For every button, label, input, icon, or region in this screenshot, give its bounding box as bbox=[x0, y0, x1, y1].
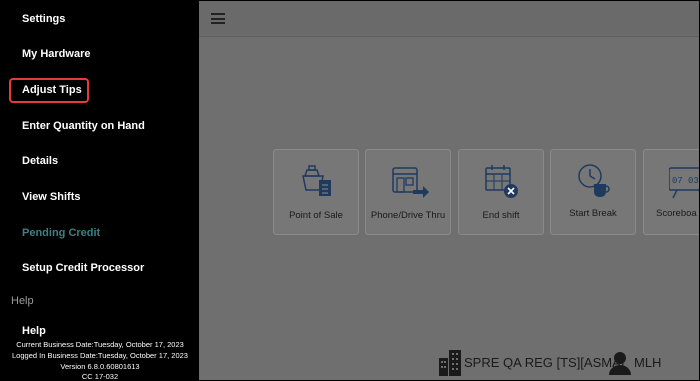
main-area: Point of Sale Phone/Drive Thru End shift… bbox=[199, 1, 699, 380]
user-initials: MLH bbox=[634, 355, 662, 370]
sidebar-item-setup-credit-processor[interactable]: Setup Credit Processor bbox=[22, 262, 144, 275]
sidebar-item-settings[interactable]: Settings bbox=[22, 13, 65, 26]
tile-label: Phone/Drive Thru bbox=[370, 210, 446, 221]
hamburger-menu-icon[interactable] bbox=[211, 13, 225, 24]
tile-label: Scoreboa bbox=[656, 208, 697, 219]
tile-point-of-sale[interactable]: Point of Sale bbox=[273, 149, 359, 235]
tile-label: Start Break bbox=[569, 208, 617, 219]
sidebar-item-details[interactable]: Details bbox=[22, 155, 58, 168]
start-break-icon bbox=[578, 164, 610, 197]
tile-start-break[interactable]: Start Break bbox=[550, 149, 636, 235]
svg-text:03: 03 bbox=[688, 176, 699, 186]
store-name: SPRE QA REG [TS][ASMA] bbox=[464, 355, 625, 370]
app-window: Settings My Hardware Adjust Tips Enter Q… bbox=[0, 0, 700, 381]
tile-end-shift[interactable]: End shift bbox=[458, 149, 544, 235]
sidebar-item-adjust-tips[interactable]: Adjust Tips bbox=[22, 84, 82, 97]
sidebar-item-my-hardware[interactable]: My Hardware bbox=[22, 48, 90, 61]
cc-text: CC 17-032 bbox=[81, 372, 119, 381]
help-section-label: Help bbox=[11, 295, 34, 307]
sidebar-item-enter-quantity-on-hand[interactable]: Enter Quantity on Hand bbox=[22, 120, 145, 133]
sidebar-item-view-shifts[interactable]: View Shifts bbox=[22, 191, 80, 204]
tile-label: End shift bbox=[482, 210, 520, 221]
end-shift-icon bbox=[485, 165, 518, 198]
version-text: Version 6.8.0.60801613 bbox=[60, 362, 140, 371]
current-business-date: Current Business Date:Tuesday, October 1… bbox=[16, 340, 184, 349]
store-building-icon bbox=[439, 350, 461, 376]
phone-drive-thru-icon bbox=[392, 167, 429, 198]
sidebar-item-help[interactable]: Help bbox=[22, 325, 46, 338]
tile-phone-drive-thru[interactable]: Phone/Drive Thru bbox=[365, 149, 451, 235]
sidebar-menu: Settings My Hardware Adjust Tips Enter Q… bbox=[1, 1, 199, 381]
sidebar-item-pending-credit[interactable]: Pending Credit bbox=[22, 227, 100, 240]
user-icon bbox=[609, 352, 631, 375]
tile-scoreboard[interactable]: 07 03 Scoreboa bbox=[643, 149, 699, 235]
logged-in-business-date: Logged In Business Date:Tuesday, October… bbox=[12, 351, 188, 360]
tile-label: Point of Sale bbox=[289, 210, 343, 221]
scoreboard-icon: 07 03 bbox=[669, 167, 699, 199]
svg-text:07: 07 bbox=[672, 176, 683, 186]
top-bar bbox=[199, 1, 699, 37]
point-of-sale-icon bbox=[302, 165, 331, 196]
